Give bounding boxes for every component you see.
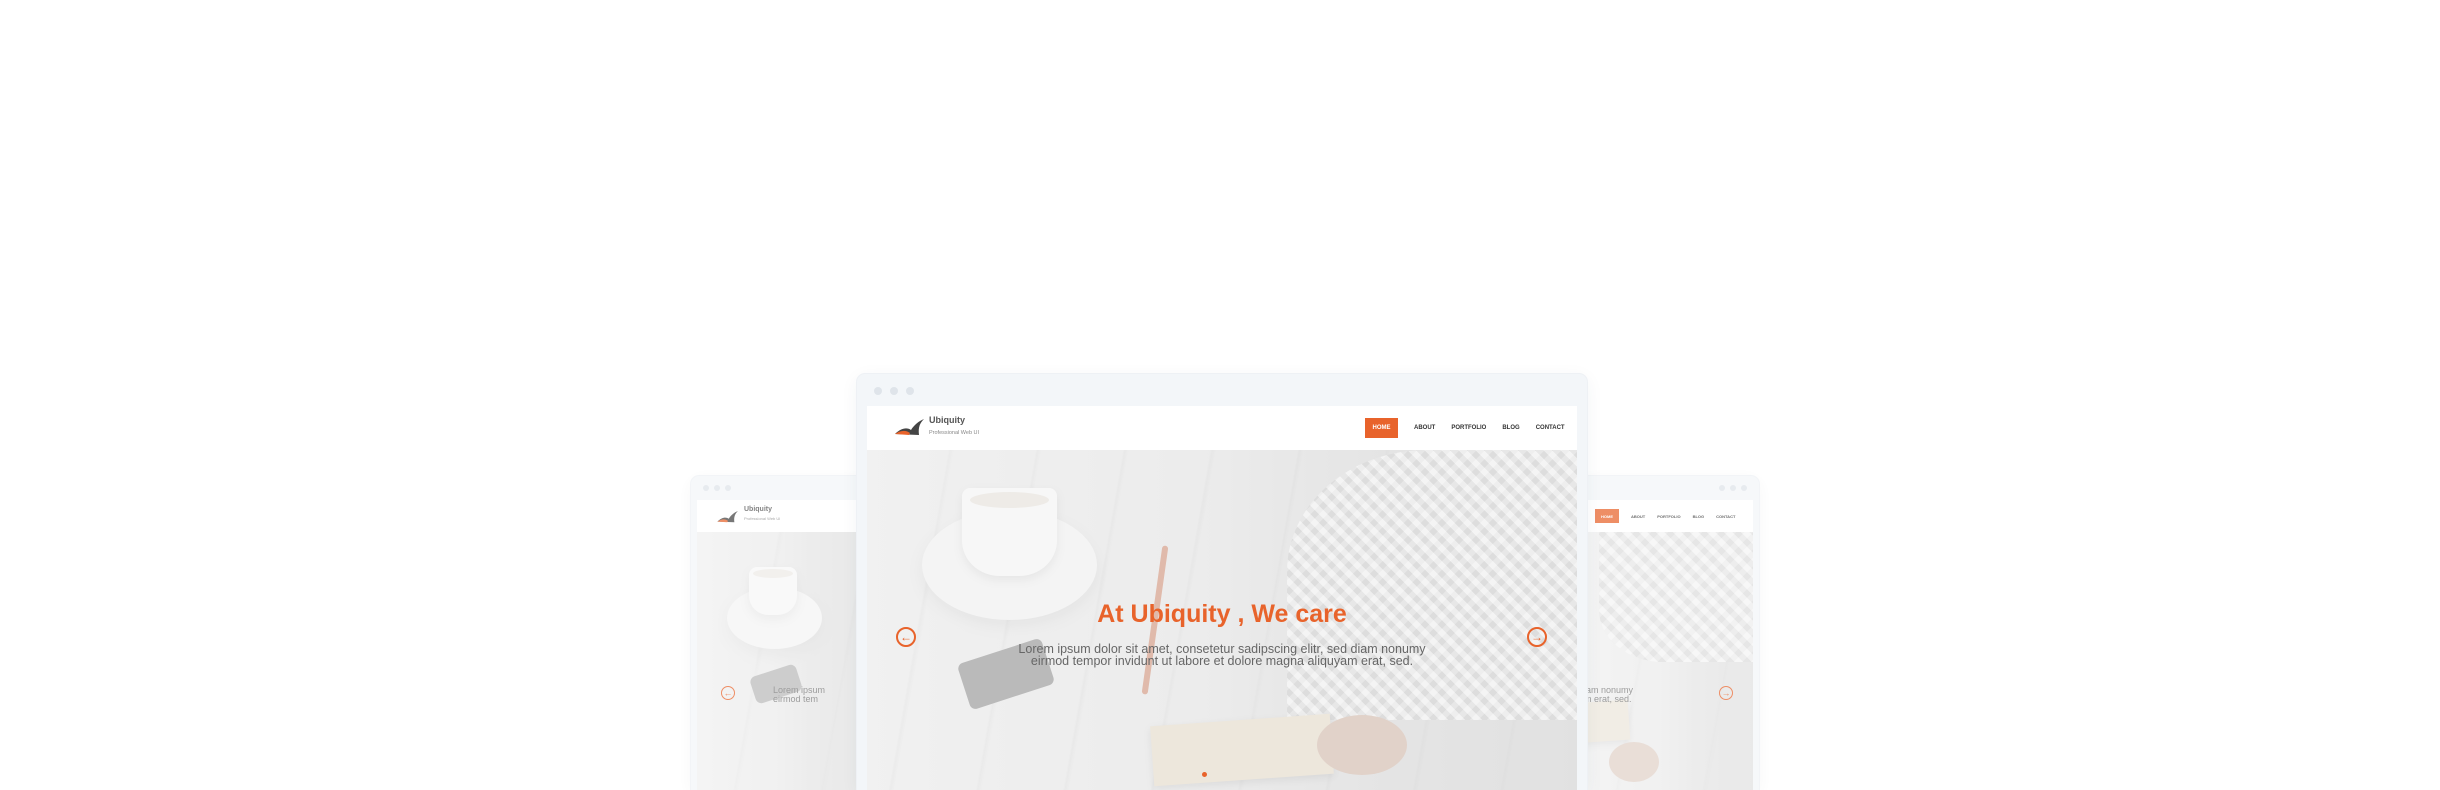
hero-slide: Lorem ipsum eirmod tem (697, 532, 866, 790)
browser-screen: Ubiquity Professional Web UI HOME ABOUT … (867, 406, 1577, 790)
hero-overlay (697, 532, 866, 790)
browser-mockup-right: HOME ABOUT PORTFOLIO BLOG CONTACT diam n… (1579, 476, 1759, 790)
arrow-right-icon: → (1531, 630, 1543, 644)
window-dot (874, 387, 882, 395)
site-header: Ubiquity Professional Web UI HOME ABOUT … (867, 406, 1577, 450)
arrow-left-icon: ← (900, 630, 912, 644)
browser-screen: HOME ABOUT PORTFOLIO BLOG CONTACT diam n… (1579, 500, 1753, 790)
nav-about[interactable]: ABOUT (1414, 425, 1435, 431)
window-dot (714, 485, 720, 491)
site-header: Ubiquity Professional Web UI (697, 500, 866, 532)
hero-slide: diam nonumy am erat, sed. (1579, 532, 1753, 790)
arrow-left-icon: ← (723, 688, 733, 698)
window-dot (725, 485, 731, 491)
bird-logo-icon (717, 511, 738, 523)
prev-slide-button[interactable]: ← (896, 627, 916, 647)
next-slide-button[interactable]: → (1527, 627, 1547, 647)
hero-slide: At Ubiquity , We care Lorem ipsum dolor … (867, 450, 1577, 790)
hero-overlay (1579, 532, 1753, 790)
hero-text-partial: Lorem ipsum eirmod tem (773, 685, 826, 704)
main-nav: HOME ABOUT PORTFOLIO BLOG CONTACT (1595, 509, 1735, 523)
window-dot (1741, 485, 1747, 491)
nav-home[interactable]: HOME (1595, 509, 1619, 523)
nav-contact[interactable]: CONTACT (1536, 425, 1565, 431)
slide-indicator-active[interactable] (1202, 772, 1207, 777)
nav-portfolio[interactable]: PORTFOLIO (1657, 514, 1680, 519)
brand-name[interactable]: Ubiquity (744, 506, 772, 513)
nav-about[interactable]: ABOUT (1631, 514, 1645, 519)
window-dot (1730, 485, 1736, 491)
brand-tagline: Professional Web UI (744, 516, 781, 521)
brand-name[interactable]: Ubiquity (929, 415, 965, 425)
next-slide-button[interactable]: → (1719, 686, 1733, 700)
browser-mockup-left: Ubiquity Professional Web UI Lorem ipsum… (691, 476, 866, 790)
site-header: HOME ABOUT PORTFOLIO BLOG CONTACT (1579, 500, 1753, 532)
nav-portfolio[interactable]: PORTFOLIO (1451, 425, 1486, 431)
nav-blog[interactable]: BLOG (1693, 514, 1705, 519)
window-dot (890, 387, 898, 395)
brand-tagline: Professional Web UI (929, 430, 980, 436)
nav-blog[interactable]: BLOG (1502, 425, 1519, 431)
window-dot (703, 485, 709, 491)
hero-text: Lorem ipsum dolor sit amet, consetetur s… (1018, 642, 1426, 668)
nav-home[interactable]: HOME (1365, 418, 1398, 438)
nav-contact[interactable]: CONTACT (1716, 514, 1735, 519)
bird-logo-icon (895, 419, 924, 435)
arrow-right-icon: → (1721, 688, 1731, 698)
window-dot (1719, 485, 1725, 491)
browser-screen: Ubiquity Professional Web UI Lorem ipsum… (697, 500, 866, 790)
hero-title: At Ubiquity , We care (1097, 600, 1347, 628)
window-dot (906, 387, 914, 395)
browser-mockup-center: Ubiquity Professional Web UI HOME ABOUT … (857, 374, 1587, 790)
main-nav: HOME ABOUT PORTFOLIO BLOG CONTACT (1365, 418, 1565, 438)
hero-text-partial: diam nonumy am erat, sed. (1579, 685, 1634, 704)
prev-slide-button[interactable]: ← (721, 686, 735, 700)
